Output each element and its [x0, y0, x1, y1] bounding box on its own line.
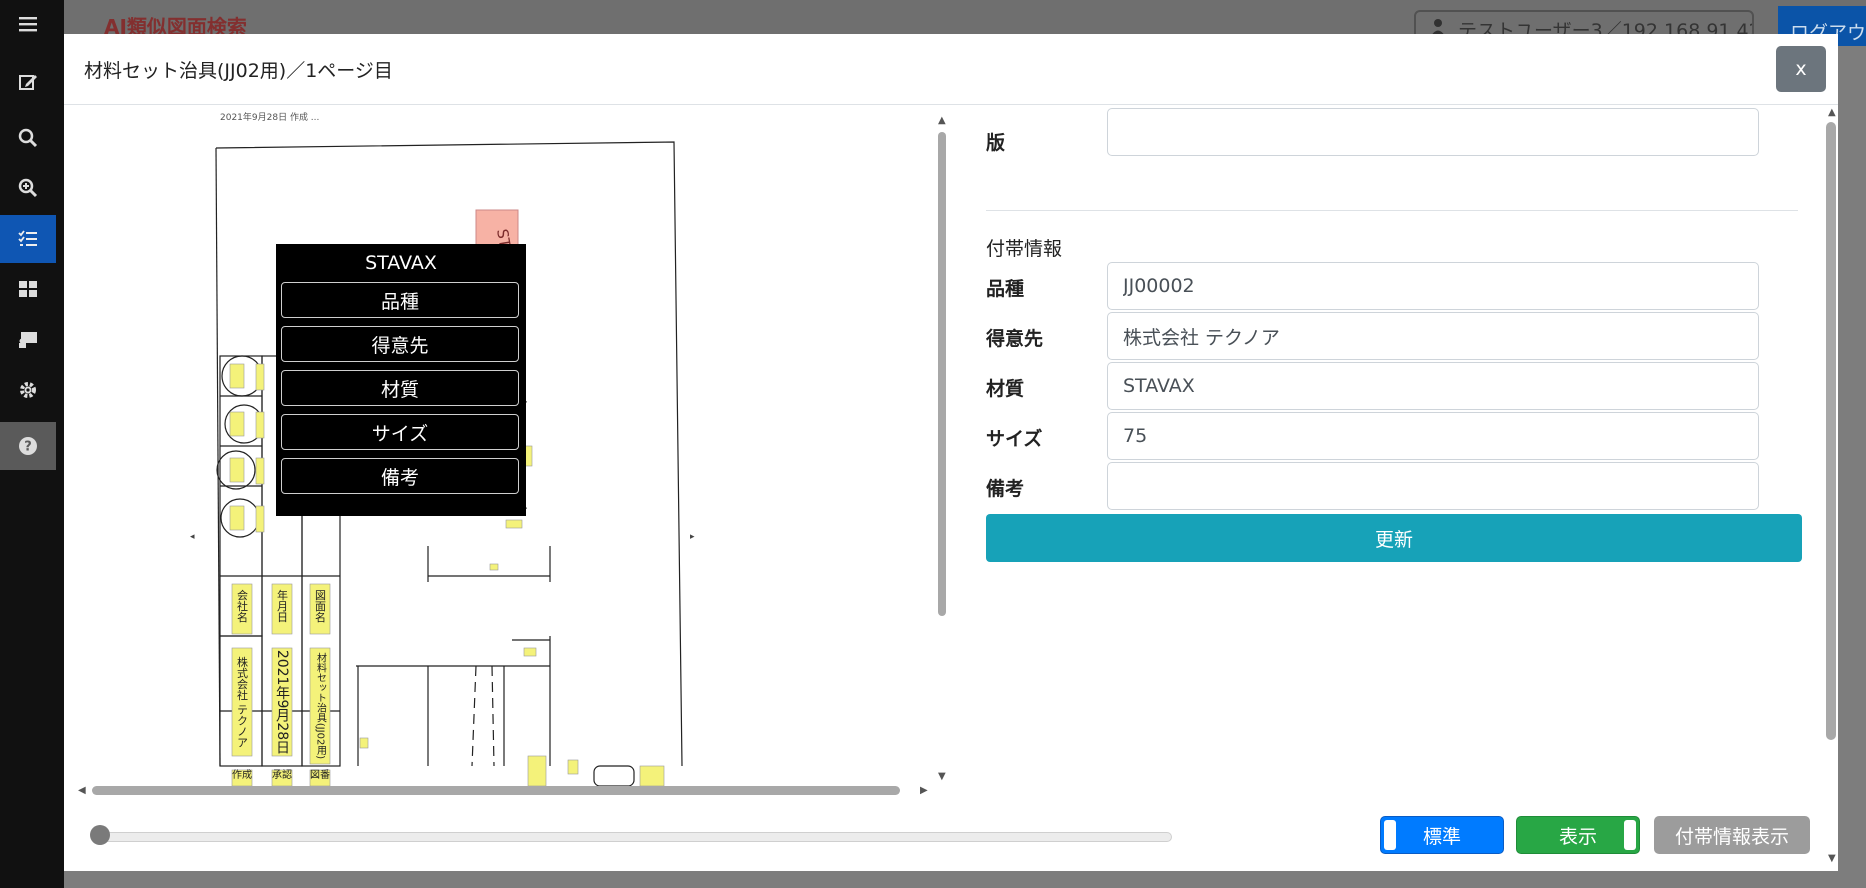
form-scroll-down-arrow[interactable]: ▼ — [1828, 854, 1836, 864]
drawing-header-text: 2021年9月28日 作成 ... — [220, 111, 319, 123]
form-scroll-up-arrow[interactable]: ▲ — [1828, 108, 1836, 118]
biko-input[interactable] — [1107, 462, 1759, 510]
tb-company-label: 会社名 — [236, 589, 249, 622]
form-scrollbar[interactable] — [1826, 122, 1836, 740]
menu-title: STAVAX — [365, 252, 437, 274]
size-label: サイズ — [986, 428, 1043, 450]
tb-approver-label: 承認 — [272, 768, 292, 781]
divider — [986, 210, 1798, 211]
chalkboard-icon[interactable] — [0, 315, 56, 363]
gear-icon[interactable] — [0, 366, 56, 414]
viewer-horizontal-scrollbar[interactable] — [92, 786, 900, 795]
menu-item-size[interactable]: サイズ — [281, 414, 519, 450]
biko-label: 備考 — [986, 478, 1025, 500]
standard-toggle-knob — [1384, 820, 1396, 850]
standard-toggle-button[interactable]: 標準 — [1380, 816, 1504, 854]
menu-item-biko[interactable]: 備考 — [281, 458, 519, 494]
tb-drawing-value: 材料セット治具(JJ02用) — [315, 652, 327, 760]
scroll-left-arrow[interactable]: ◀ — [78, 786, 86, 796]
viewer-vertical-scrollbar[interactable] — [938, 132, 946, 616]
scroll-down-arrow[interactable]: ▼ — [938, 772, 946, 782]
drawing-context-menu: STAVAX 品種 得意先 材質 サイズ 備考 — [276, 244, 526, 516]
show-toggle-button[interactable]: 表示 — [1516, 816, 1640, 854]
tb-date-label: 年月日 — [276, 588, 289, 622]
menu-item-tokuisaki[interactable]: 得意先 — [281, 326, 519, 362]
tb-author-label: 作成 — [232, 769, 252, 781]
meta-info-button[interactable]: 付帯情報表示 — [1654, 816, 1810, 854]
tb-number-label: 図番 — [310, 769, 330, 781]
task-list-icon[interactable] — [0, 215, 56, 263]
grid-icon[interactable] — [0, 265, 56, 313]
tb-company-value: 株式会社 テクノア — [236, 655, 249, 748]
svg-text:?: ? — [24, 440, 32, 455]
zoom-slider[interactable] — [92, 832, 1172, 842]
size-input[interactable] — [1107, 412, 1759, 460]
edition-input[interactable] — [1107, 108, 1759, 156]
show-toggle-knob — [1624, 820, 1636, 850]
drawing-modal: 材料セット治具(JJ02用)／1ページ目 x 2021年9月28日 作成 ...… — [64, 34, 1838, 871]
svg-text:◂: ◂ — [190, 532, 195, 542]
section-title: 付帯情報 — [986, 238, 1063, 260]
sidebar: ? — [0, 0, 64, 888]
zoom-slider-handle[interactable] — [90, 825, 110, 845]
scroll-up-arrow[interactable]: ▲ — [938, 116, 946, 126]
attribute-form: 版 付帯情報 品種 得意先 材質 サイズ 備考 更新 — [986, 106, 1866, 806]
tokuisaki-input[interactable] — [1107, 312, 1759, 360]
modal-header: 材料セット治具(JJ02用)／1ページ目 x — [64, 34, 1838, 105]
tb-date-value: 2021年9月28日 — [274, 650, 290, 755]
scroll-right-arrow[interactable]: ▶ — [920, 786, 928, 796]
update-button[interactable]: 更新 — [986, 514, 1802, 562]
hinshu-input[interactable] — [1107, 262, 1759, 310]
zaishitsu-label: 材質 — [986, 378, 1025, 400]
tokuisaki-label: 得意先 — [986, 328, 1044, 350]
menu-item-hinshu[interactable]: 品種 — [281, 282, 519, 318]
hinshu-label: 品種 — [986, 278, 1025, 300]
search-icon[interactable] — [0, 114, 56, 162]
zaishitsu-input[interactable] — [1107, 362, 1759, 410]
modal-title: 材料セット治具(JJ02用)／1ページ目 — [84, 60, 393, 82]
edit-icon[interactable] — [0, 58, 56, 106]
menu-item-zaishitsu[interactable]: 材質 — [281, 370, 519, 406]
svg-text:▸: ▸ — [690, 532, 695, 542]
close-button[interactable]: x — [1776, 46, 1826, 92]
drawing-viewer[interactable]: 2021年9月28日 作成 ... STAVAX — [80, 106, 946, 786]
edition-label: 版 — [986, 132, 1006, 154]
zoom-in-icon[interactable] — [0, 164, 56, 212]
tb-drawing-label: 図面名 — [314, 589, 327, 622]
help-icon[interactable]: ? — [0, 422, 56, 470]
menu-icon[interactable] — [0, 0, 56, 48]
